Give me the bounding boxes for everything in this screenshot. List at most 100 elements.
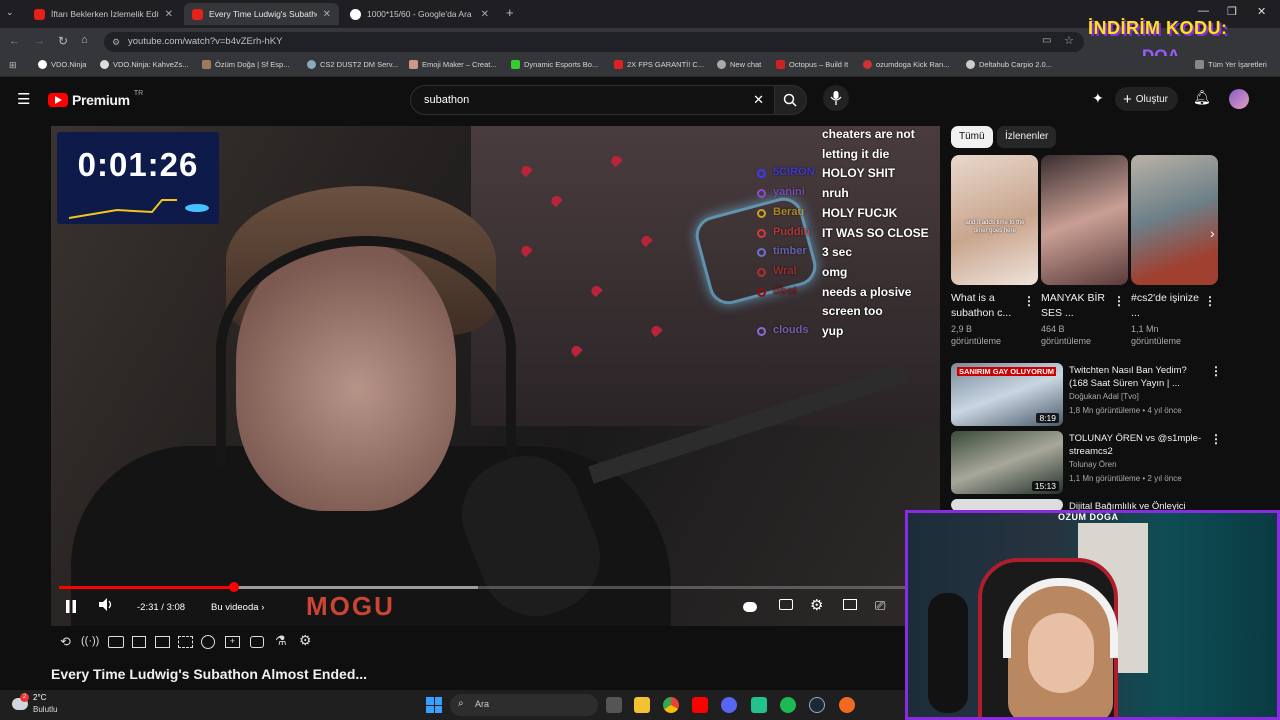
- video-more-icon[interactable]: ⋮: [1210, 364, 1222, 378]
- short-thumbnail[interactable]: and it adds time to the timer goes here: [951, 155, 1038, 285]
- screenshot-icon[interactable]: [108, 636, 124, 648]
- audio-wave-icon[interactable]: ((·)): [81, 635, 99, 647]
- search-input[interactable]: subathon ✕: [410, 85, 775, 115]
- extension-icon[interactable]: ✦: [1092, 90, 1104, 107]
- short-thumbnail[interactable]: [1131, 155, 1218, 285]
- browser-tab-active[interactable]: Every Time Ludwig's Subathon ✕: [184, 3, 339, 25]
- chat-username: Wral: [773, 264, 797, 277]
- bookmark-item[interactable]: New chat: [717, 60, 761, 69]
- short-title[interactable]: What is a subathon c...: [951, 291, 1023, 321]
- clear-search-icon[interactable]: ✕: [753, 86, 764, 114]
- avatar[interactable]: [1229, 89, 1249, 109]
- back-icon[interactable]: ←: [9, 35, 20, 47]
- browser-tab[interactable]: İftarı Beklerken İzlemelik Edit ✕: [26, 3, 181, 25]
- taskbar-search[interactable]: ⌕ Ara: [450, 694, 598, 716]
- close-tab-icon[interactable]: ✕: [165, 9, 173, 20]
- short-more-icon[interactable]: ⋮: [1113, 294, 1125, 308]
- volume-button[interactable]: [99, 598, 113, 614]
- short-thumbnail[interactable]: [1041, 155, 1128, 285]
- video-progress-bar[interactable]: [59, 582, 932, 592]
- scrubber-handle[interactable]: [228, 582, 239, 592]
- video-channel[interactable]: Tolunay Ören: [1069, 458, 1117, 471]
- site-info-icon[interactable]: ⚙: [112, 32, 120, 52]
- film-icon[interactable]: [132, 636, 146, 648]
- pause-button[interactable]: [65, 600, 77, 616]
- bookmark-favicon-icon: [307, 60, 316, 69]
- bookmark-item[interactable]: Octopus – Build It: [776, 60, 848, 69]
- minimize-window-icon[interactable]: —: [1198, 5, 1209, 17]
- video-player[interactable]: MOGU 0:01:26 cheaters are not letting it …: [51, 126, 940, 626]
- bookmark-star-icon[interactable]: ☆: [1064, 34, 1074, 47]
- chat-message: yanini nruh: [751, 185, 940, 203]
- maximize-window-icon[interactable]: ❐: [1227, 5, 1237, 18]
- create-button[interactable]: + Oluştur: [1115, 87, 1178, 111]
- shorts-next-chevron-icon[interactable]: ›: [1210, 225, 1215, 241]
- video-more-icon[interactable]: ⋮: [1210, 432, 1222, 446]
- forward-icon[interactable]: →: [34, 35, 45, 47]
- steam-icon[interactable]: [809, 697, 825, 713]
- app-green-icon[interactable]: [751, 697, 767, 713]
- video-thumbnail[interactable]: SANIRIM GAY OLUYORUM 8:19: [951, 363, 1063, 426]
- close-tab-icon[interactable]: ✕: [323, 9, 331, 20]
- discord-icon[interactable]: [721, 697, 737, 713]
- reload-icon[interactable]: ↻: [58, 34, 68, 48]
- chip-all[interactable]: Tümü: [951, 126, 993, 148]
- chat-message: dbot needs a plosive: [751, 284, 940, 302]
- task-view-icon[interactable]: [606, 697, 622, 713]
- settings-gear-icon[interactable]: ⚙: [810, 596, 823, 614]
- autoplay-toggle[interactable]: [743, 602, 757, 612]
- pip-icon[interactable]: [155, 636, 170, 648]
- crop-icon[interactable]: [178, 636, 193, 648]
- chat-badge-icon: [757, 189, 766, 199]
- bookmark-item[interactable]: VDO.Ninja: [38, 60, 86, 69]
- all-bookmarks[interactable]: Tüm Yer İşaretleri: [1195, 60, 1267, 69]
- youtube-app-icon[interactable]: [692, 697, 708, 713]
- short-more-icon[interactable]: ⋮: [1204, 294, 1216, 308]
- windows-start-icon[interactable]: [426, 697, 442, 713]
- chapter-button[interactable]: Bu videoda ›: [211, 602, 264, 613]
- voice-search-button[interactable]: [823, 85, 849, 111]
- tab-list-icon[interactable]: ⌄: [6, 7, 14, 18]
- bookmark-item[interactable]: Dynamic Esports Bo...: [511, 60, 598, 69]
- bookmark-item[interactable]: Deltahub Carpio 2.0...: [966, 60, 1052, 69]
- add-box-icon[interactable]: +: [225, 636, 240, 648]
- youtube-logo[interactable]: Premium TR: [48, 90, 143, 108]
- bookmark-item[interactable]: Özüm Doğa | Sf Esp...: [202, 60, 289, 69]
- address-bar[interactable]: ⚙ youtube.com/watch?v=b4vZErh-hKY: [104, 32, 1084, 52]
- file-explorer-icon[interactable]: [634, 697, 650, 713]
- short-title[interactable]: MANYAK BİR SES ...: [1041, 291, 1113, 321]
- hamburger-menu-icon[interactable]: ☰: [17, 90, 30, 108]
- video-title-link[interactable]: TOLUNAY ÖREN vs @s1mple-streamcs2: [1069, 432, 1204, 458]
- camera-icon[interactable]: [250, 636, 264, 648]
- chrome-icon[interactable]: [663, 697, 679, 713]
- bookmark-item[interactable]: CS2 DUST2 DM Serv...: [307, 60, 398, 69]
- new-tab-icon[interactable]: +: [506, 5, 514, 20]
- search-button[interactable]: [775, 85, 807, 115]
- apps-grid-icon[interactable]: ⊞: [9, 60, 17, 71]
- close-tab-icon[interactable]: ✕: [481, 9, 489, 20]
- video-title-link[interactable]: Twitchten Nasıl Ban Yedim? (168 Saat Sür…: [1069, 364, 1204, 390]
- home-icon[interactable]: ⌂: [81, 34, 88, 46]
- spotify-icon[interactable]: [780, 697, 796, 713]
- bookmark-item[interactable]: VDO.Ninja: KahveZs...: [100, 60, 188, 69]
- speed-icon[interactable]: [201, 635, 215, 649]
- chip-watched[interactable]: İzlenenler: [997, 126, 1057, 148]
- cast-icon[interactable]: ⎚: [875, 598, 885, 614]
- app-orange-icon[interactable]: [839, 697, 855, 713]
- extension-settings-gear-icon[interactable]: ⚙: [299, 632, 312, 649]
- short-title[interactable]: #cs2'de işinize ...: [1131, 291, 1203, 321]
- close-window-icon[interactable]: ✕: [1257, 5, 1266, 18]
- flask-icon[interactable]: ⚗: [275, 633, 287, 649]
- video-thumbnail[interactable]: 15:13: [951, 431, 1063, 494]
- browser-tab[interactable]: 1000*15/60 - Google'da Ara ✕: [342, 3, 497, 25]
- bookmark-item[interactable]: ozumdoga Kick Ran...: [863, 60, 949, 69]
- bookmark-item[interactable]: Emoji Maker – Creat...: [409, 60, 497, 69]
- short-more-icon[interactable]: ⋮: [1023, 294, 1035, 308]
- loop-icon[interactable]: ⟲: [60, 634, 71, 650]
- bookmark-item[interactable]: 2X FPS GARANTİ! C...: [614, 60, 704, 69]
- video-channel[interactable]: Doğukan Adal [Tvo]: [1069, 390, 1139, 403]
- subtitles-icon[interactable]: [779, 599, 793, 610]
- notifications-bell-icon[interactable]: 🔔︎: [1193, 89, 1211, 106]
- theater-mode-icon[interactable]: [843, 599, 857, 610]
- install-app-icon[interactable]: ▭: [1042, 35, 1051, 46]
